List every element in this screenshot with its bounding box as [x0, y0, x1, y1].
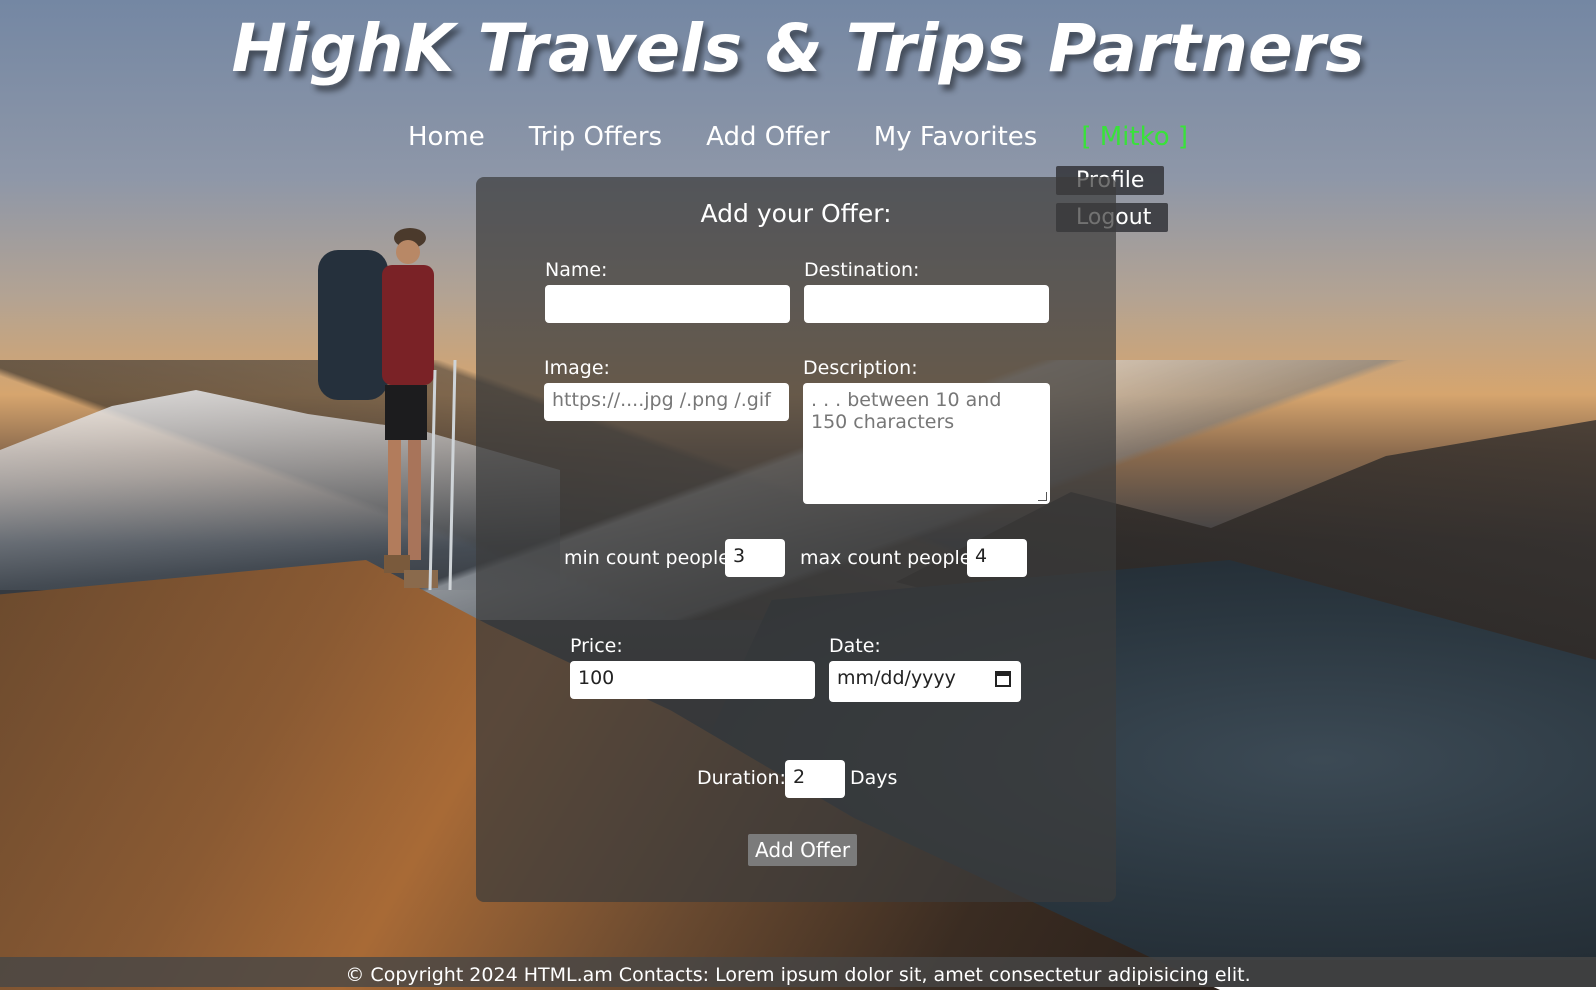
image-url-input[interactable]: https://....jpg /.png /.gif	[544, 383, 789, 421]
duration-input[interactable]: 2	[785, 760, 845, 798]
add-offer-form: Add your Offer: Name: Destination: Image…	[476, 177, 1116, 902]
destination-label: Destination:	[804, 259, 920, 281]
duration-label: Duration:	[697, 767, 786, 789]
duration-unit: Days	[850, 767, 898, 789]
name-input[interactable]	[545, 285, 790, 323]
footer: © Copyright 2024 HTML.am Contacts: Lorem…	[0, 957, 1596, 987]
nav-my-favorites[interactable]: My Favorites	[874, 122, 1038, 152]
name-label: Name:	[545, 259, 608, 281]
nav-trip-offers[interactable]: Trip Offers	[529, 122, 662, 152]
min-people-label: min count people:	[564, 547, 737, 569]
site-title: HighK Travels & Trips Partners	[231, 10, 1365, 87]
max-people-input[interactable]: 4	[967, 539, 1027, 577]
description-label: Description:	[803, 357, 918, 379]
min-people-input[interactable]: 3	[725, 539, 785, 577]
calendar-icon[interactable]	[995, 671, 1011, 687]
main-nav: Home Trip Offers Add Offer My Favorites …	[0, 122, 1596, 152]
price-label: Price:	[570, 635, 623, 657]
image-label: Image:	[544, 357, 610, 379]
nav-add-offer[interactable]: Add Offer	[706, 122, 830, 152]
form-title: Add your Offer:	[700, 199, 892, 228]
resize-handle-icon[interactable]	[1038, 492, 1047, 501]
description-placeholder: . . . between 10 and 150 characters	[811, 389, 1002, 433]
date-input[interactable]: mm/dd/yyyy	[829, 661, 1021, 702]
destination-input[interactable]	[804, 285, 1049, 323]
price-input[interactable]: 100	[570, 661, 815, 699]
nav-home[interactable]: Home	[408, 122, 485, 152]
footer-text: © Copyright 2024 HTML.am Contacts: Lorem…	[345, 964, 1251, 986]
description-textarea[interactable]: . . . between 10 and 150 characters	[803, 383, 1050, 504]
max-people-label: max count people:	[800, 547, 978, 569]
date-label: Date:	[829, 635, 881, 657]
nav-user-menu[interactable]: [ Mitko ]	[1081, 122, 1188, 152]
add-offer-button[interactable]: Add Offer	[748, 834, 858, 866]
date-placeholder: mm/dd/yyyy	[837, 667, 956, 689]
hiker-figure	[318, 228, 457, 591]
